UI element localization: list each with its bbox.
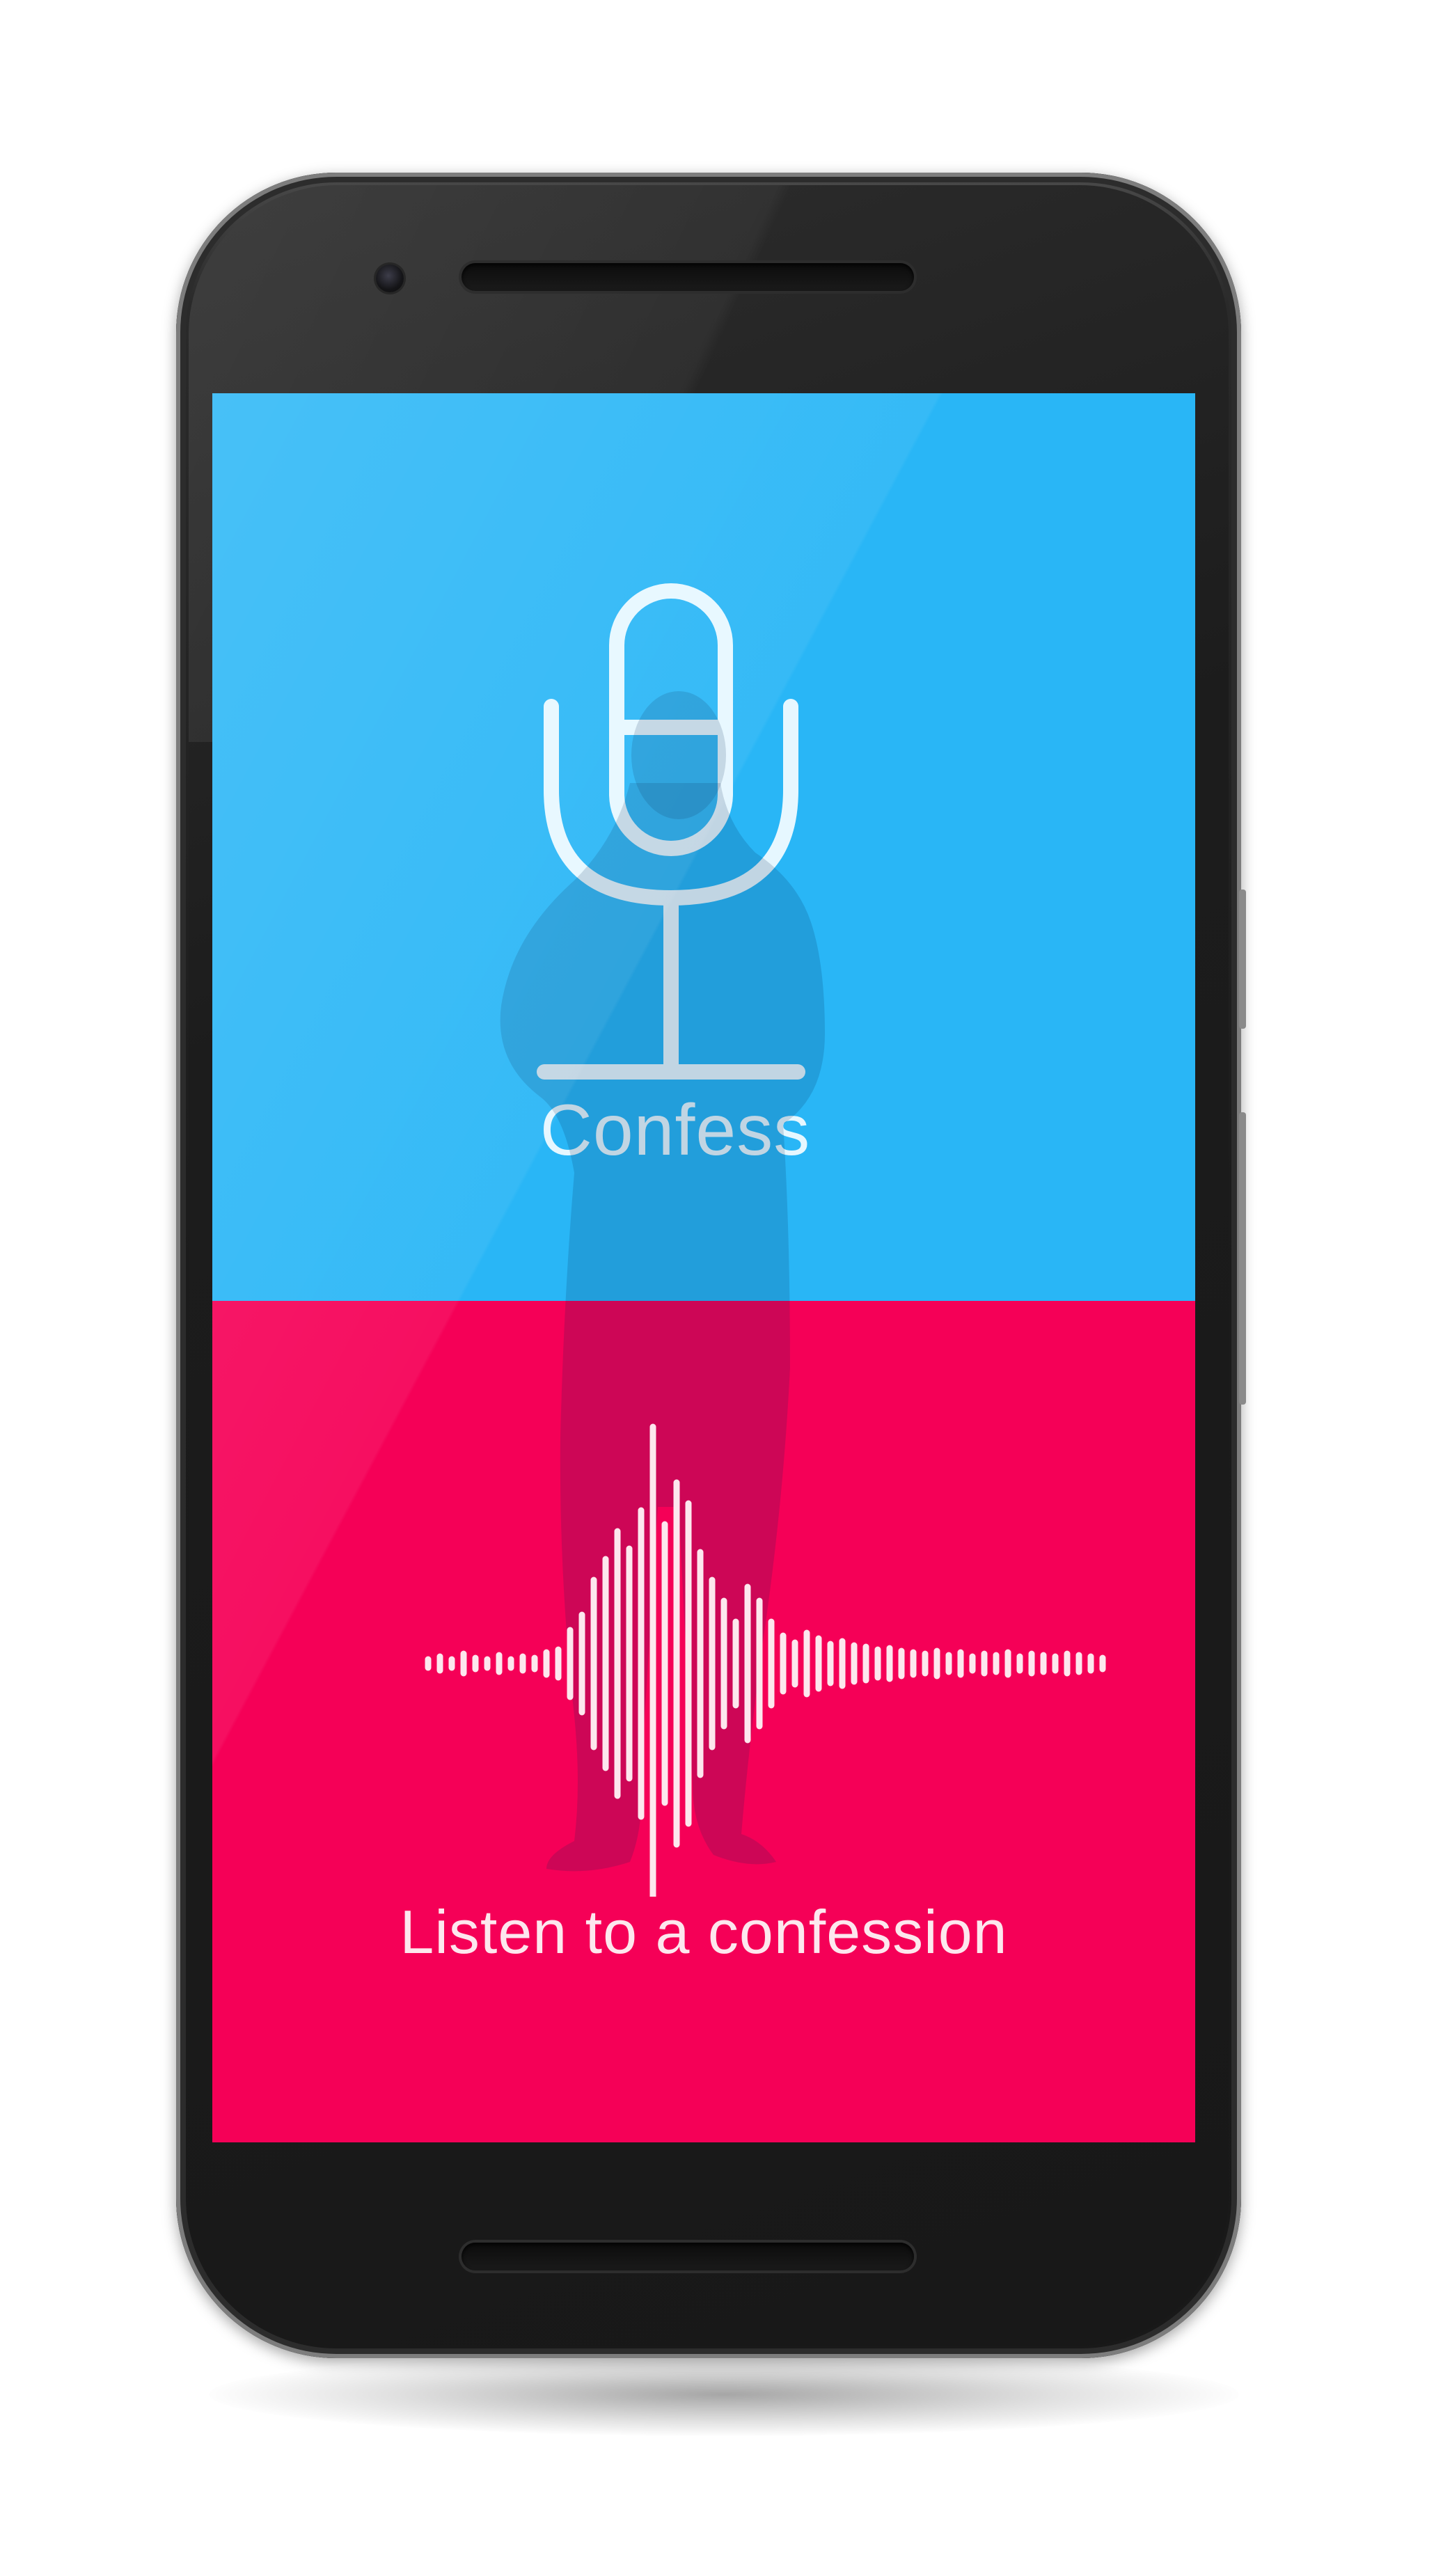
listen-label: Listen to a confession bbox=[400, 1897, 1008, 1966]
power-button bbox=[1239, 890, 1246, 1029]
stage: Confess Listen to a confession bbox=[0, 0, 1443, 2576]
front-camera bbox=[376, 264, 404, 292]
waveform-icon bbox=[425, 1423, 1106, 1897]
confess-label: Confess bbox=[539, 1090, 811, 1171]
bottom-speaker-grille bbox=[462, 2243, 914, 2270]
confess-button[interactable]: Confess bbox=[212, 393, 1195, 1301]
screen: Confess Listen to a confession bbox=[212, 393, 1195, 2142]
volume-button bbox=[1239, 1112, 1246, 1405]
phone-shadow bbox=[209, 2353, 1239, 2436]
microphone-icon bbox=[537, 583, 805, 1080]
top-speaker-grille bbox=[462, 263, 914, 291]
